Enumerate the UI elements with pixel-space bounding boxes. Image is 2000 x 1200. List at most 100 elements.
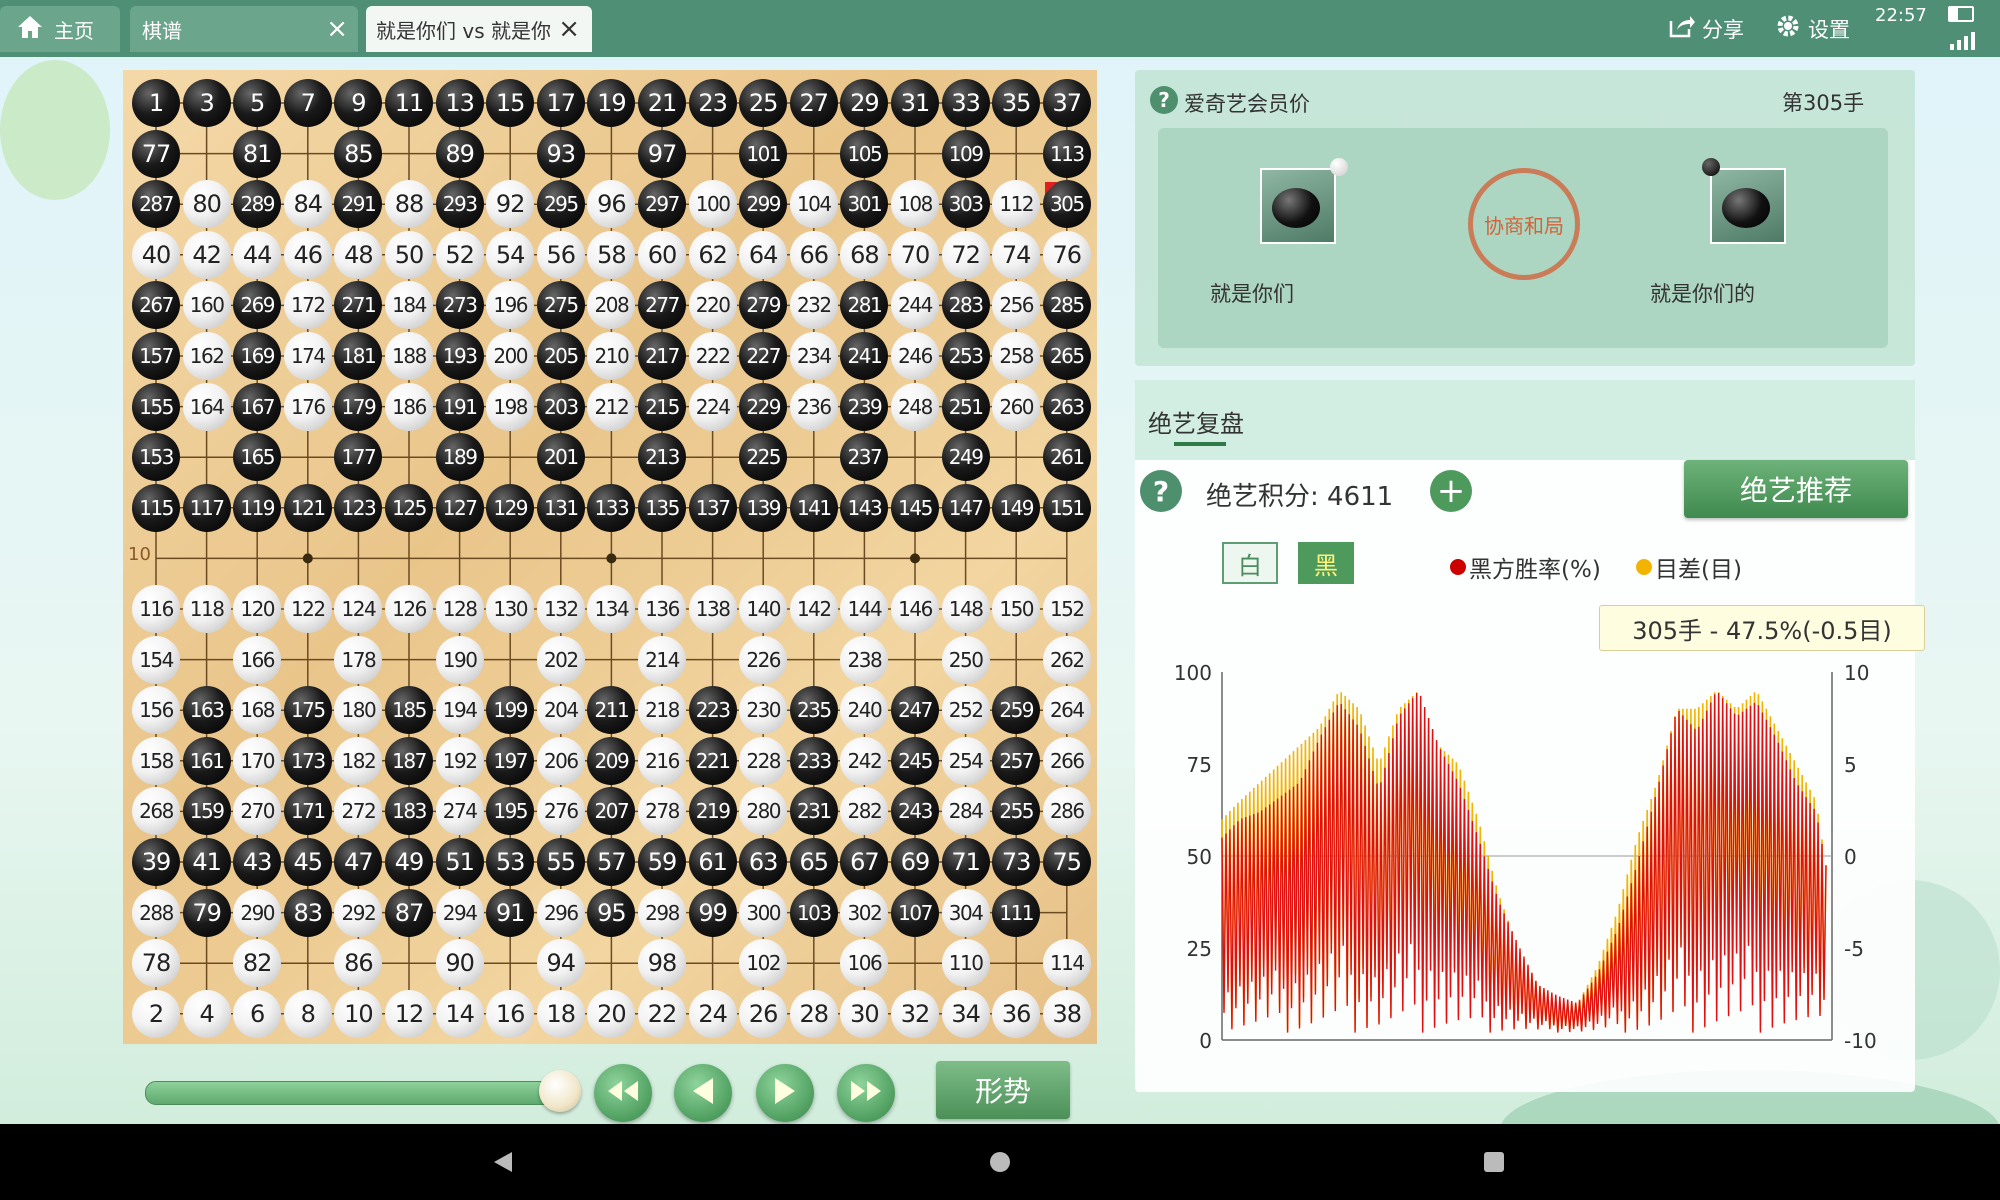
white-stone: 122 bbox=[283, 585, 332, 633]
black-stone: 169 bbox=[233, 332, 282, 380]
tab-home[interactable]: 主页 bbox=[0, 6, 120, 52]
black-stone: 125 bbox=[385, 483, 433, 532]
score-label: 绝艺积分: 4611 bbox=[1206, 482, 1394, 512]
white-stone: 164 bbox=[182, 382, 231, 431]
black-stone: 229 bbox=[739, 382, 788, 431]
black-stone: 157 bbox=[132, 332, 180, 380]
recents-icon[interactable] bbox=[1484, 1152, 1504, 1172]
white-stone: 20 bbox=[587, 989, 636, 1038]
situation-button[interactable]: 形势 bbox=[936, 1061, 1070, 1119]
black-stone: 189 bbox=[435, 433, 484, 482]
white-stone: 72 bbox=[941, 230, 990, 279]
ai-recommend-button[interactable]: 绝艺推荐 bbox=[1684, 460, 1908, 518]
prev-icon bbox=[689, 1076, 717, 1110]
y-left-tick-label: 0 bbox=[1199, 1029, 1212, 1050]
white-stone: 48 bbox=[334, 230, 383, 279]
first-move-button[interactable] bbox=[594, 1064, 652, 1122]
white-stone: 80 bbox=[182, 180, 231, 229]
black-stone: 175 bbox=[283, 686, 332, 735]
black-stone: 167 bbox=[233, 382, 282, 431]
black-stone: 27 bbox=[789, 79, 838, 127]
white-stone: 292 bbox=[334, 888, 383, 937]
white-stone: 84 bbox=[283, 180, 332, 229]
black-stone: 261 bbox=[1042, 433, 1091, 482]
black-player-name: 就是你们的 bbox=[1650, 282, 1755, 306]
white-player-avatar[interactable] bbox=[1260, 168, 1336, 244]
settings-button[interactable]: 设置 bbox=[1774, 0, 1850, 57]
white-stone: 176 bbox=[283, 382, 332, 431]
toggle-black-button[interactable]: 黑 bbox=[1298, 542, 1354, 584]
tab-game[interactable]: 就是你们 vs 就是你 × bbox=[366, 6, 592, 52]
white-stone: 114 bbox=[1042, 939, 1091, 988]
white-stone: 110 bbox=[941, 939, 990, 988]
tab-qipu[interactable]: 棋谱 × bbox=[130, 6, 358, 52]
black-stone: 249 bbox=[941, 433, 990, 482]
white-stone: 190 bbox=[435, 635, 484, 684]
last-move-button[interactable] bbox=[837, 1064, 895, 1122]
black-stone: 251 bbox=[941, 382, 990, 431]
black-stone: 135 bbox=[638, 483, 686, 532]
white-stone: 248 bbox=[891, 382, 939, 431]
white-stone: 100 bbox=[688, 180, 737, 229]
black-stone-indicator bbox=[1702, 158, 1720, 176]
black-stone: 109 bbox=[941, 129, 990, 178]
white-stone: 16 bbox=[486, 989, 535, 1038]
home-icon bbox=[16, 14, 44, 45]
legend-winrate-dot bbox=[1450, 559, 1466, 575]
black-stone: 23 bbox=[688, 79, 737, 127]
black-stone: 305 bbox=[1042, 180, 1091, 229]
white-stone: 226 bbox=[739, 635, 788, 684]
white-stone: 108 bbox=[891, 180, 939, 229]
next-move-button[interactable] bbox=[756, 1064, 814, 1122]
slider-handle[interactable] bbox=[539, 1070, 581, 1112]
white-stone: 8 bbox=[283, 989, 332, 1038]
winrate-chart[interactable]: 10075502501050-5-10 bbox=[1160, 650, 1920, 1050]
toggle-white-button[interactable]: 白 bbox=[1222, 542, 1278, 584]
tab-analysis[interactable]: 绝艺复盘 bbox=[1148, 404, 1244, 439]
home-nav-icon[interactable] bbox=[990, 1152, 1010, 1172]
share-button[interactable]: 分享 bbox=[1668, 0, 1744, 57]
black-stone: 83 bbox=[283, 888, 332, 937]
black-stone: 75 bbox=[1042, 838, 1091, 886]
close-icon[interactable]: × bbox=[326, 16, 348, 42]
move-slider[interactable] bbox=[145, 1081, 562, 1105]
black-player-avatar[interactable] bbox=[1710, 168, 1786, 244]
white-stone: 40 bbox=[132, 230, 180, 279]
tab-bar: 主页 棋谱 × 就是你们 vs 就是你 × 分享 设置 22:57 bbox=[0, 0, 2000, 57]
help-icon[interactable]: ? bbox=[1150, 86, 1178, 114]
white-stone: 34 bbox=[941, 989, 990, 1038]
tab-underline bbox=[1174, 442, 1226, 446]
white-stone: 46 bbox=[283, 230, 332, 279]
black-stone: 117 bbox=[182, 483, 231, 532]
prev-move-button[interactable] bbox=[674, 1064, 732, 1122]
black-stone: 231 bbox=[789, 787, 838, 836]
go-board[interactable]: 1 3 5 7 9 11 13 15 17 19 21 23 25 27 29 31 33 35 37 77 81 85 8… bbox=[123, 70, 1097, 1044]
white-stone: 18 bbox=[536, 989, 585, 1038]
white-stone: 254 bbox=[941, 736, 990, 785]
white-stone: 64 bbox=[739, 230, 788, 279]
result-seal: 协商和局 bbox=[1468, 168, 1580, 280]
plus-icon: + bbox=[1436, 471, 1466, 511]
black-stone: 39 bbox=[132, 838, 180, 886]
black-stone: 197 bbox=[486, 736, 535, 785]
white-stone: 70 bbox=[891, 230, 939, 279]
black-stone: 113 bbox=[1042, 129, 1091, 178]
black-stone: 139 bbox=[739, 483, 788, 532]
black-stone: 13 bbox=[435, 79, 484, 127]
back-icon[interactable] bbox=[492, 1150, 514, 1178]
tab-qipu-label: 棋谱 bbox=[142, 18, 182, 43]
white-stone: 202 bbox=[536, 635, 585, 684]
white-stone: 162 bbox=[182, 332, 231, 380]
white-stone: 232 bbox=[789, 281, 838, 330]
black-stone: 275 bbox=[536, 281, 585, 330]
add-points-button[interactable]: + bbox=[1430, 470, 1472, 512]
white-stone: 138 bbox=[688, 585, 737, 633]
y-left-tick-label: 50 bbox=[1187, 845, 1212, 869]
close-icon[interactable]: × bbox=[558, 16, 580, 42]
black-stone: 121 bbox=[283, 483, 332, 532]
last-move-marker bbox=[1044, 182, 1057, 195]
black-stone: 163 bbox=[182, 686, 231, 735]
help-icon[interactable]: ? bbox=[1140, 470, 1182, 512]
black-stone: 147 bbox=[941, 483, 990, 532]
white-stone: 276 bbox=[536, 787, 585, 836]
